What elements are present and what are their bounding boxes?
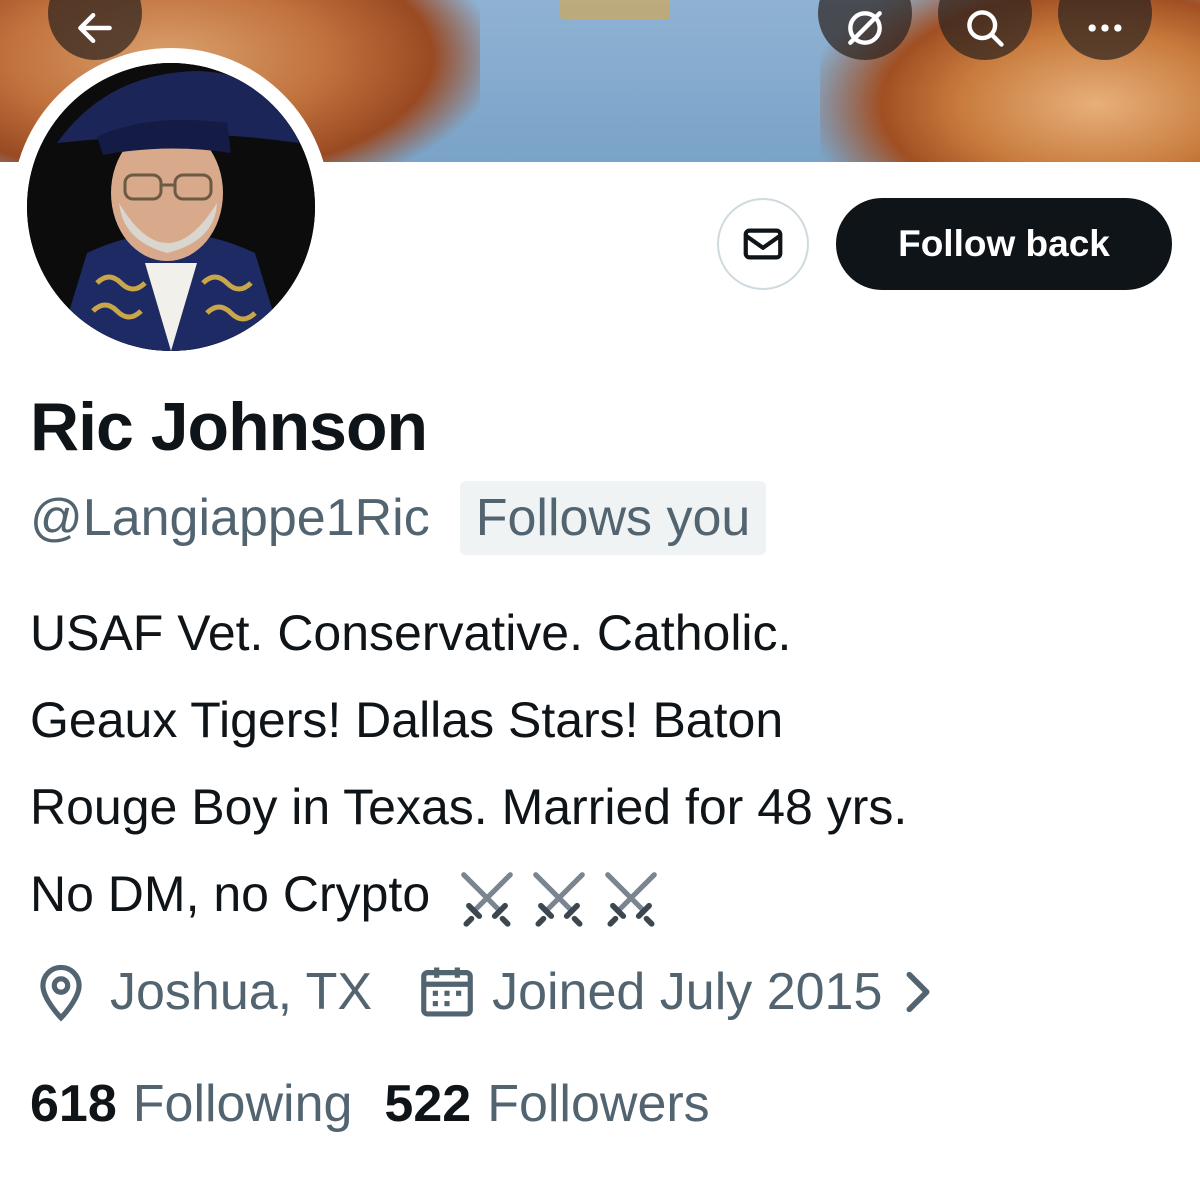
arrow-left-icon bbox=[78, 12, 112, 44]
crossed-swords-icon bbox=[605, 871, 657, 927]
profile-bio: USAF Vet. Conservative. Catholic. Geaux … bbox=[30, 590, 1180, 938]
crossed-swords-icon bbox=[461, 871, 513, 927]
following-label: Following bbox=[132, 1075, 353, 1133]
followers-count: 522 bbox=[384, 1075, 472, 1133]
followers-label: Followers bbox=[487, 1075, 710, 1133]
bio-line: Geaux Tigers! Dallas Stars! Baton bbox=[30, 692, 784, 748]
following-count: 618 bbox=[30, 1075, 117, 1133]
avatar-image bbox=[27, 63, 315, 351]
message-button[interactable] bbox=[717, 198, 809, 290]
bio-line-last: No DM, no Crypto bbox=[30, 851, 1180, 938]
followers-link[interactable]: 522 Followers bbox=[384, 1074, 709, 1134]
bio-line: No DM, no Crypto bbox=[30, 866, 431, 922]
calendar-icon bbox=[416, 961, 478, 1023]
follow-back-button[interactable]: Follow back bbox=[836, 198, 1172, 290]
profile-meta-row: Joshua, TX Joined July 2015 bbox=[30, 952, 940, 1032]
bio-line: Rouge Boy in Texas. Married for 48 yrs. bbox=[30, 779, 908, 835]
crossed-swords-emoji bbox=[456, 867, 662, 929]
location-pin-icon bbox=[30, 961, 92, 1023]
display-name: Ric Johnson bbox=[30, 389, 428, 465]
following-link[interactable]: 618 Following bbox=[30, 1074, 352, 1134]
banner-art-center bbox=[560, 0, 670, 20]
follows-you-badge: Follows you bbox=[459, 481, 767, 555]
avatar[interactable] bbox=[27, 63, 315, 351]
user-handle: @Langiappe1Ric bbox=[30, 489, 430, 547]
joined-date-link[interactable]: Joined July 2015 bbox=[492, 962, 882, 1022]
more-horizontal-icon bbox=[1088, 24, 1122, 32]
envelope-icon bbox=[743, 228, 783, 260]
grok-slash-icon bbox=[848, 11, 882, 45]
search-icon bbox=[967, 10, 1004, 47]
location-text: Joshua, TX bbox=[110, 963, 373, 1021]
chevron-right-icon[interactable] bbox=[896, 966, 940, 1018]
bio-line: USAF Vet. Conservative. Catholic. bbox=[30, 605, 792, 661]
follow-stats-row: 618 Following 522 Followers bbox=[30, 1066, 710, 1142]
handle-row: @Langiappe1Ric Follows you bbox=[30, 480, 767, 556]
avatar-frame[interactable] bbox=[12, 48, 330, 366]
crossed-swords-icon bbox=[533, 871, 585, 927]
